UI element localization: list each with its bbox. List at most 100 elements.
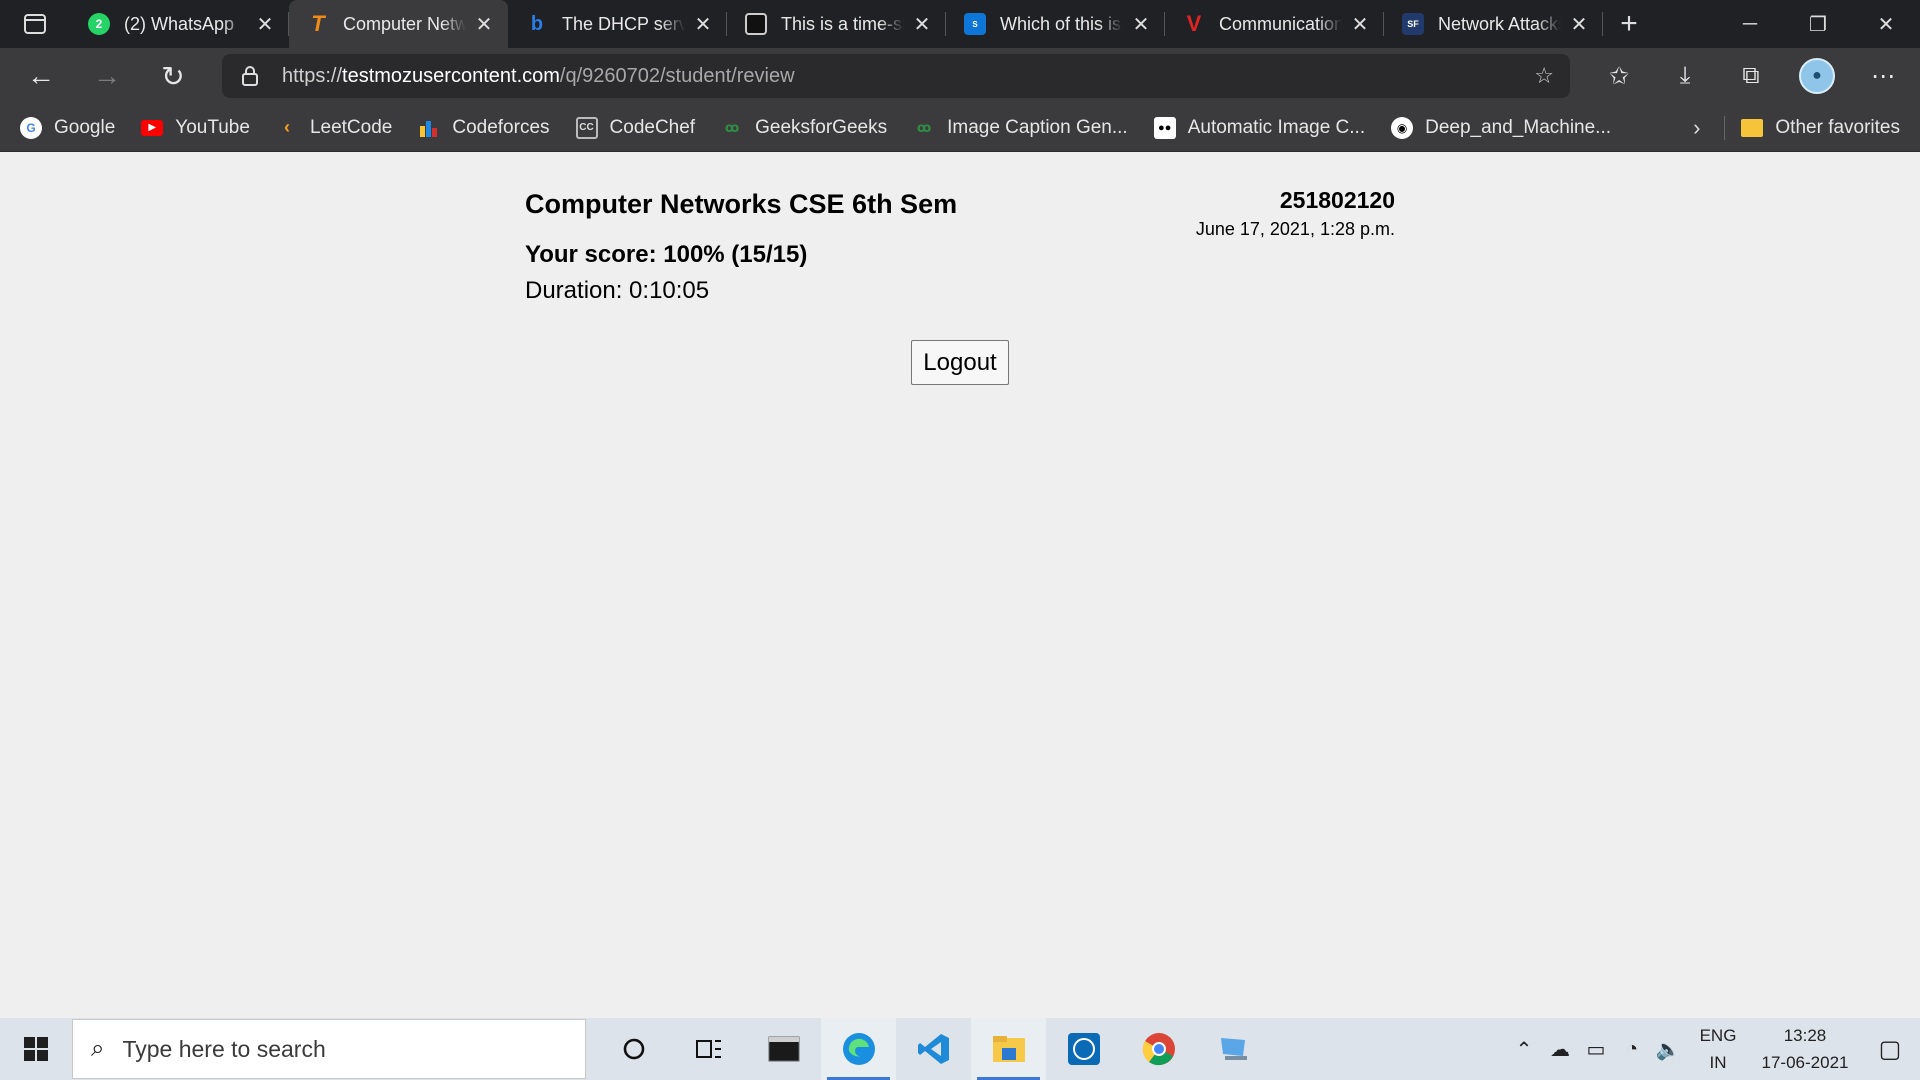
bookmark-automatic-image[interactable]: ●● Automatic Image C... xyxy=(1153,116,1366,139)
page-title: Computer Networks CSE 6th Sem xyxy=(525,189,958,219)
taskbar: ⌕ Type here to search ⌃ ☁ ▭ ◔ 🔈 ENG IN 1… xyxy=(0,1018,1920,1080)
student-id: 251802120 xyxy=(1279,187,1395,213)
minimize-icon[interactable]: ─ xyxy=(1716,0,1784,48)
url-host: testmozusercontent.com xyxy=(342,64,560,87)
url-scheme: https:// xyxy=(282,64,343,87)
downloads-icon[interactable]: ⤓ xyxy=(1652,48,1718,104)
address-bar-row: ← → ↻ https:// testmozusercontent.com /q… xyxy=(0,48,1920,104)
wifi-icon[interactable]: ◔ xyxy=(1614,1038,1650,1061)
forward-button[interactable]: → xyxy=(74,48,140,104)
vscode-app-icon[interactable] xyxy=(896,1018,971,1080)
dell-app-icon[interactable] xyxy=(1046,1018,1121,1080)
lang-region: IN xyxy=(1709,1053,1727,1072)
bookmark-label: LeetCode xyxy=(309,116,393,138)
bookmark-label: YouTube xyxy=(175,116,250,138)
bookmark-deep-machine[interactable]: ◉ Deep_and_Machine... xyxy=(1391,116,1611,139)
more-menu-icon[interactable]: ⋯ xyxy=(1850,48,1916,104)
start-button[interactable] xyxy=(0,1018,72,1080)
close-icon[interactable]: ✕ xyxy=(693,12,713,37)
clock-time: 13:28 xyxy=(1783,1026,1827,1045)
volume-icon[interactable]: 🔈 xyxy=(1650,1037,1686,1062)
taskbar-search-input[interactable]: ⌕ Type here to search xyxy=(72,1019,586,1079)
other-favorites[interactable]: Other favorites xyxy=(1741,117,1900,139)
bookmark-codeforces[interactable]: Codeforces xyxy=(418,117,550,139)
file-explorer-icon[interactable] xyxy=(971,1018,1046,1080)
close-icon[interactable]: ✕ xyxy=(1350,12,1370,37)
chevron-right-icon[interactable]: › xyxy=(1693,115,1700,141)
close-window-icon[interactable]: ✕ xyxy=(1852,0,1920,48)
tab-actions-button[interactable] xyxy=(0,0,70,48)
bookmark-image-caption[interactable]: ꝏ Image Caption Gen... xyxy=(913,117,1128,139)
window-controls: ─ ❐ ✕ xyxy=(1716,0,1920,48)
tab-title: Which of this is xyxy=(1000,13,1122,34)
codechef-icon: CC xyxy=(575,116,598,139)
brand-v-icon: V xyxy=(1186,11,1202,36)
avatar: ● xyxy=(1799,58,1835,94)
profile-button[interactable]: ● xyxy=(1784,48,1850,104)
bookmark-geeksforgeeks[interactable]: ꝏ GeeksforGeeks xyxy=(721,117,887,139)
close-icon[interactable]: ✕ xyxy=(1131,12,1151,37)
tab-time-sharing[interactable]: This is a time-sharing ✕ xyxy=(727,0,946,48)
testmoz-icon: T xyxy=(311,11,325,36)
onedrive-icon[interactable]: ☁ xyxy=(1542,1037,1578,1062)
favorites-bar: G Google ▶ YouTube ‹ LeetCode Codeforces… xyxy=(0,104,1920,152)
cortana-icon[interactable] xyxy=(596,1018,671,1080)
youtube-icon: ▶ xyxy=(141,119,164,136)
system-tray: ⌃ ☁ ▭ ◔ 🔈 ENG IN 13:28 17-06-2021 ▢ xyxy=(1506,1022,1920,1076)
add-favorite-icon[interactable]: ☆ xyxy=(1534,63,1554,89)
tab-dhcp[interactable]: b The DHCP server ✕ xyxy=(508,0,727,48)
close-icon[interactable]: ✕ xyxy=(912,12,932,37)
medium-icon: ●● xyxy=(1153,116,1176,139)
bookmark-google[interactable]: G Google xyxy=(20,116,115,139)
favorites-icon[interactable]: ✩ xyxy=(1586,48,1652,104)
gfg-icon: ꝏ xyxy=(724,119,740,135)
network-app-icon[interactable] xyxy=(1196,1018,1271,1080)
new-tab-button[interactable]: + xyxy=(1603,0,1655,48)
bookmark-codechef[interactable]: CC CodeChef xyxy=(575,116,695,139)
folder-icon xyxy=(1741,118,1764,137)
restore-icon[interactable]: ❐ xyxy=(1784,0,1852,48)
refresh-button[interactable]: ↻ xyxy=(140,48,206,104)
collections-icon[interactable]: ⧉ xyxy=(1718,48,1784,104)
close-icon[interactable]: ✕ xyxy=(474,12,494,37)
bookmark-youtube[interactable]: ▶ YouTube xyxy=(141,117,250,139)
address-input[interactable]: https:// testmozusercontent.com /q/92607… xyxy=(222,54,1570,98)
close-icon[interactable]: ✕ xyxy=(255,12,275,37)
edge-app-icon[interactable] xyxy=(821,1018,896,1080)
battery-icon[interactable]: ▭ xyxy=(1578,1037,1614,1062)
chevron-up-icon[interactable]: ⌃ xyxy=(1506,1037,1542,1062)
tab-bar: 2 (2) WhatsApp ✕ T Computer Networks CSE… xyxy=(0,0,1920,48)
page-content: Computer Networks CSE 6th Sem Your score… xyxy=(0,153,1920,1017)
github-icon: ◉ xyxy=(1391,116,1414,139)
score-text: Your score: 100% (15/15) xyxy=(525,241,808,268)
clock-date: 17-06-2021 xyxy=(1761,1053,1849,1072)
gfg-icon: ꝏ xyxy=(916,119,932,135)
url-path: /q/9260702/student/review xyxy=(559,64,795,87)
tab-title: Computer Networks CSE 6th Sem xyxy=(343,13,466,34)
chrome-app-icon[interactable] xyxy=(1121,1018,1196,1080)
bookmark-label: Automatic Image C... xyxy=(1187,116,1366,138)
search-placeholder: Type here to search xyxy=(122,1035,326,1062)
tab-whatsapp[interactable]: 2 (2) WhatsApp ✕ xyxy=(70,0,289,48)
tab-network-attacks[interactable]: SF Network Attacks ✕ xyxy=(1384,0,1603,48)
logout-button[interactable]: Logout xyxy=(911,340,1009,385)
bookmark-leetcode[interactable]: ‹ LeetCode xyxy=(276,117,392,139)
terminal-app-icon[interactable] xyxy=(746,1018,821,1080)
sf-icon: SF xyxy=(1402,13,1424,35)
bookmark-label: Image Caption Gen... xyxy=(947,116,1128,138)
bookmark-label: GeeksforGeeks xyxy=(755,116,888,138)
back-button[interactable]: ← xyxy=(8,48,74,104)
tab-computer-networks[interactable]: T Computer Networks CSE 6th Sem ✕ xyxy=(289,0,508,48)
tab-which-of-this[interactable]: S Which of this is ✕ xyxy=(946,0,1165,48)
bing-icon: b xyxy=(530,12,544,35)
input-language[interactable]: ENG IN xyxy=(1686,1022,1750,1076)
browser-toolbar: ✩ ⤓ ⧉ ● ⋯ xyxy=(1586,48,1916,104)
tab-title: (2) WhatsApp xyxy=(124,13,235,34)
clock[interactable]: 13:28 17-06-2021 xyxy=(1750,1022,1860,1076)
notification-icon[interactable]: ▢ xyxy=(1860,1035,1920,1064)
close-icon[interactable]: ✕ xyxy=(1569,12,1589,37)
tab-communication[interactable]: V Communication ✕ xyxy=(1165,0,1384,48)
task-view-icon[interactable] xyxy=(671,1018,746,1080)
submission-timestamp: June 17, 2021, 1:28 p.m. xyxy=(1195,219,1395,239)
divider xyxy=(1724,115,1726,140)
